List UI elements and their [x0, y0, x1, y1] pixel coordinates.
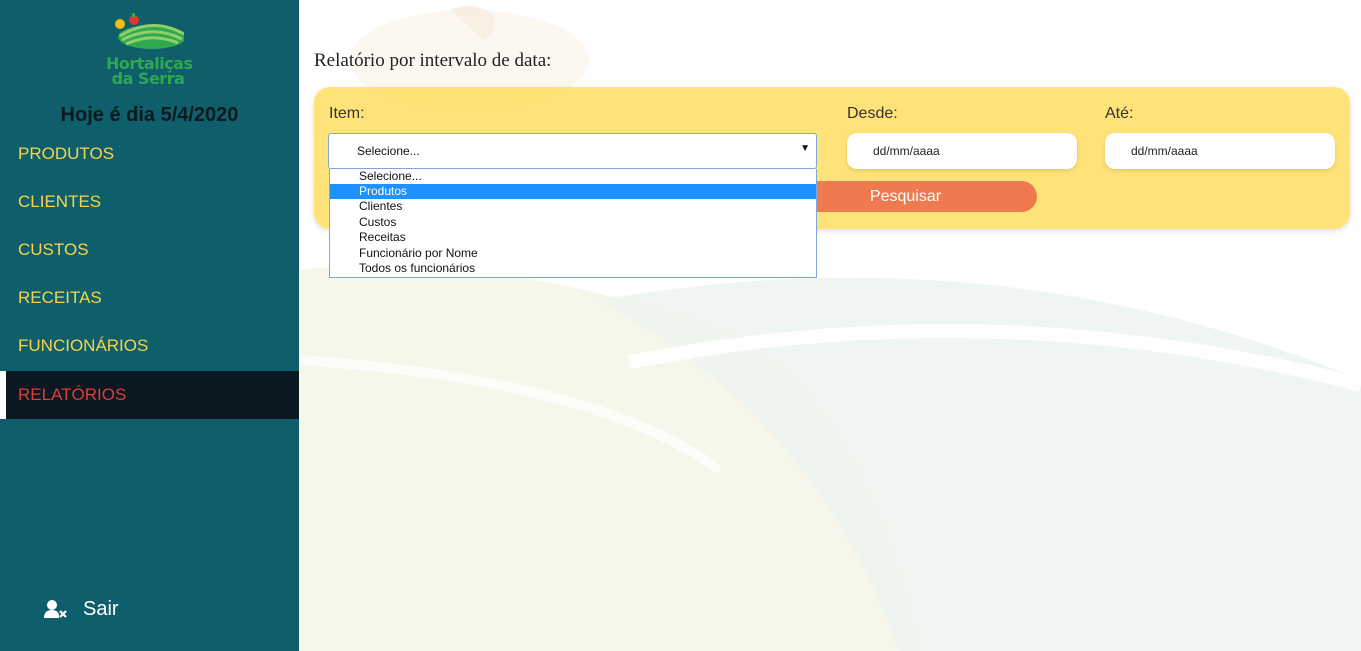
dropdown-option-funcionario-por-nome[interactable]: Funcionário por Nome: [330, 246, 816, 261]
sidebar: Hortaliças da Serra Hoje é dia 5/4/2020 …: [0, 0, 299, 651]
sidebar-item-clientes[interactable]: CLIENTES: [0, 178, 299, 226]
brand-line-2: da Serra: [111, 69, 185, 88]
to-date-input[interactable]: dd/mm/aaaa: [1105, 133, 1335, 169]
sidebar-item-relatorios[interactable]: RELATÓRIOS: [0, 371, 299, 419]
dropdown-option-custos[interactable]: Custos: [330, 215, 816, 230]
to-label: Até:: [1105, 105, 1134, 122]
today-date: Hoje é dia 5/4/2020: [60, 104, 239, 126]
logout-button[interactable]: Sair: [44, 596, 119, 622]
to-date-value: dd/mm/aaaa: [1131, 144, 1198, 158]
dropdown-option-todos-funcionarios[interactable]: Todos os funcionários: [330, 261, 816, 276]
user-remove-icon: [44, 600, 67, 618]
sidebar-item-produtos[interactable]: PRODUTOS: [0, 130, 299, 178]
sidebar-item-custos[interactable]: CUSTOS: [0, 226, 299, 274]
item-dropdown-list: Selecione... Produtos Clientes Custos Re…: [329, 169, 817, 278]
sidebar-item-receitas[interactable]: RECEITAS: [0, 274, 299, 322]
item-select[interactable]: Selecione... ▼: [328, 133, 817, 169]
item-select-value: Selecione...: [357, 144, 420, 158]
item-label: Item:: [329, 105, 365, 122]
from-date-value: dd/mm/aaaa: [873, 144, 940, 158]
from-date-input[interactable]: dd/mm/aaaa: [847, 133, 1077, 169]
dropdown-option-clientes[interactable]: Clientes: [330, 199, 816, 214]
logo-leaf-icon: [115, 13, 184, 49]
dropdown-option-receitas[interactable]: Receitas: [330, 230, 816, 245]
dropdown-option-selecione[interactable]: Selecione...: [330, 169, 816, 184]
main-content: Relatório por intervalo de data: Item: S…: [299, 0, 1361, 651]
sidebar-item-funcionarios[interactable]: FUNCIONÁRIOS: [0, 322, 299, 370]
dropdown-option-produtos[interactable]: Produtos: [330, 184, 816, 199]
from-label: Desde:: [847, 105, 898, 122]
brand-logo: Hortaliças da Serra: [106, 10, 193, 88]
chevron-down-icon: ▼: [800, 143, 810, 154]
logout-label: Sair: [83, 597, 119, 620]
report-title: Relatório por intervalo de data:: [314, 50, 552, 71]
